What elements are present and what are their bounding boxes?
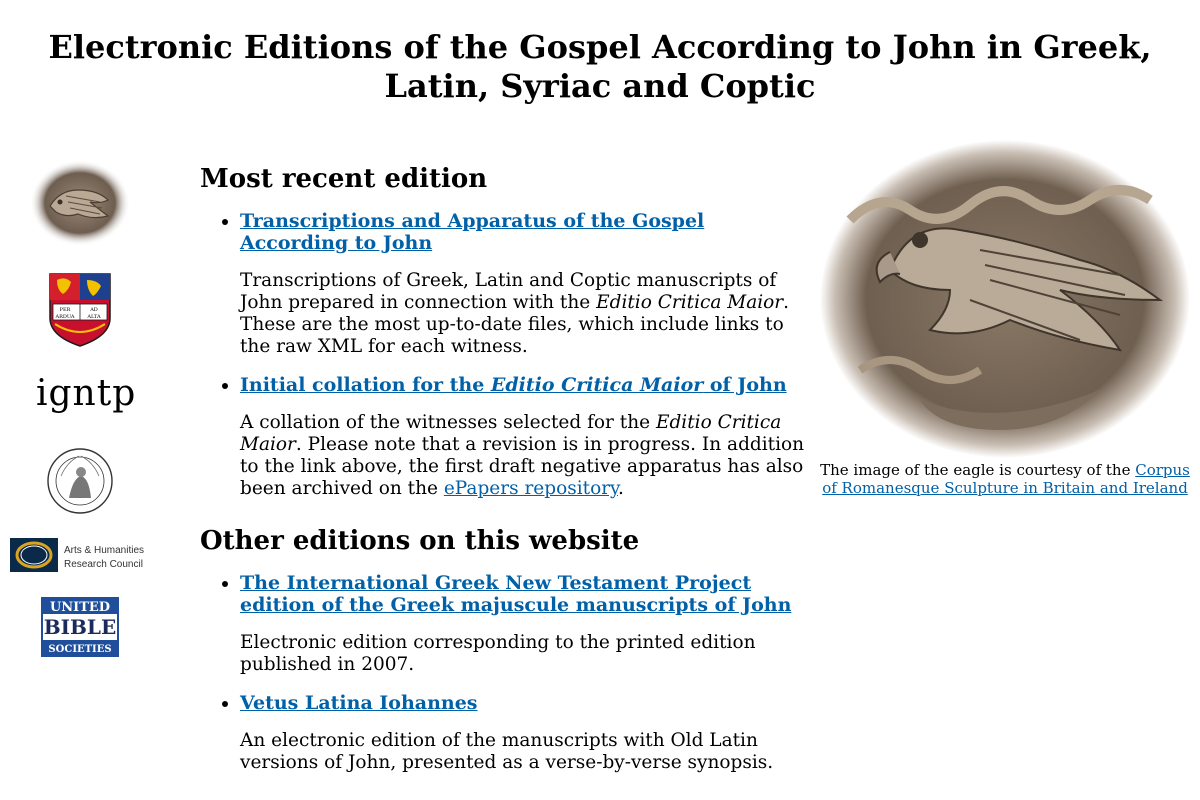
crest-motto-alta: ALTA — [86, 314, 101, 320]
initial-collation-link[interactable]: Initial collation for the Editio Critica… — [240, 374, 787, 396]
crest-motto-ardua: ARDUA — [54, 314, 74, 320]
most-recent-heading: Most recent edition — [200, 164, 488, 194]
ahrc-logo[interactable]: Arts & Humanities Research Council — [10, 538, 152, 572]
ubs-line2: BIBLE — [44, 615, 116, 639]
desc-text: . — [618, 478, 624, 499]
vetus-latina-description: An electronic edition of the manuscripts… — [240, 730, 774, 773]
crest-motto-per: PER — [60, 307, 71, 313]
link-emphasis: Editio Critica Maior — [490, 374, 704, 396]
eagle-sculpture-image — [820, 140, 1190, 458]
link-text: Initial collation for the — [240, 374, 491, 396]
epapers-repository-link[interactable]: ePapers repository — [444, 478, 618, 499]
list-item: Vetus Latina Iohannes An electronic edit… — [240, 692, 812, 774]
caption-text: The image of the eagle is courtesy of th… — [820, 461, 1136, 479]
ahrc-line2: Research Council — [64, 559, 143, 570]
desc-text: A collation of the witnesses selected fo… — [240, 412, 656, 433]
ahrc-line1: Arts & Humanities — [64, 545, 144, 556]
vetus-latina-link[interactable]: Vetus Latina Iohannes — [240, 692, 478, 714]
initial-collation-description: A collation of the witnesses selected fo… — [240, 412, 812, 500]
main-content: Most recent edition Transcriptions and A… — [200, 158, 812, 790]
ubs-line3: SOCIETIES — [48, 644, 111, 655]
other-editions-heading: Other editions on this website — [200, 526, 640, 556]
list-item: Transcriptions and Apparatus of the Gosp… — [240, 210, 812, 358]
ubs-logo[interactable]: UNITED BIBLE SOCIETIES — [40, 596, 120, 658]
academy-seal-logo[interactable] — [47, 446, 113, 516]
igntp-majuscule-description: Electronic edition corresponding to the … — [240, 632, 756, 675]
list-item: The International Greek New Testament Pr… — [240, 572, 812, 676]
university-crest-logo[interactable]: PER ARDUA AD ALTA — [47, 272, 113, 348]
desc-emphasis: Editio Critica Maior — [596, 292, 784, 313]
list-item: Initial collation for the Editio Critica… — [240, 374, 812, 500]
crest-motto-ad: AD — [89, 307, 98, 313]
ubs-line1: UNITED — [50, 600, 110, 615]
image-caption: The image of the eagle is courtesy of th… — [820, 461, 1190, 497]
eagle-roundel-logo[interactable] — [30, 160, 130, 246]
page-title: Electronic Editions of the Gospel Accord… — [48, 28, 1152, 105]
other-list: The International Greek New Testament Pr… — [200, 572, 812, 774]
transcriptions-link[interactable]: Transcriptions and Apparatus of the Gosp… — [240, 210, 704, 254]
recent-list: Transcriptions and Apparatus of the Gosp… — [200, 210, 812, 500]
igntp-majuscule-link[interactable]: The International Greek New Testament Pr… — [240, 572, 791, 616]
igntp-logo[interactable]: igntp — [36, 372, 135, 416]
link-text: of John — [703, 374, 787, 396]
transcriptions-description: Transcriptions of Greek, Latin and Copti… — [240, 270, 812, 358]
